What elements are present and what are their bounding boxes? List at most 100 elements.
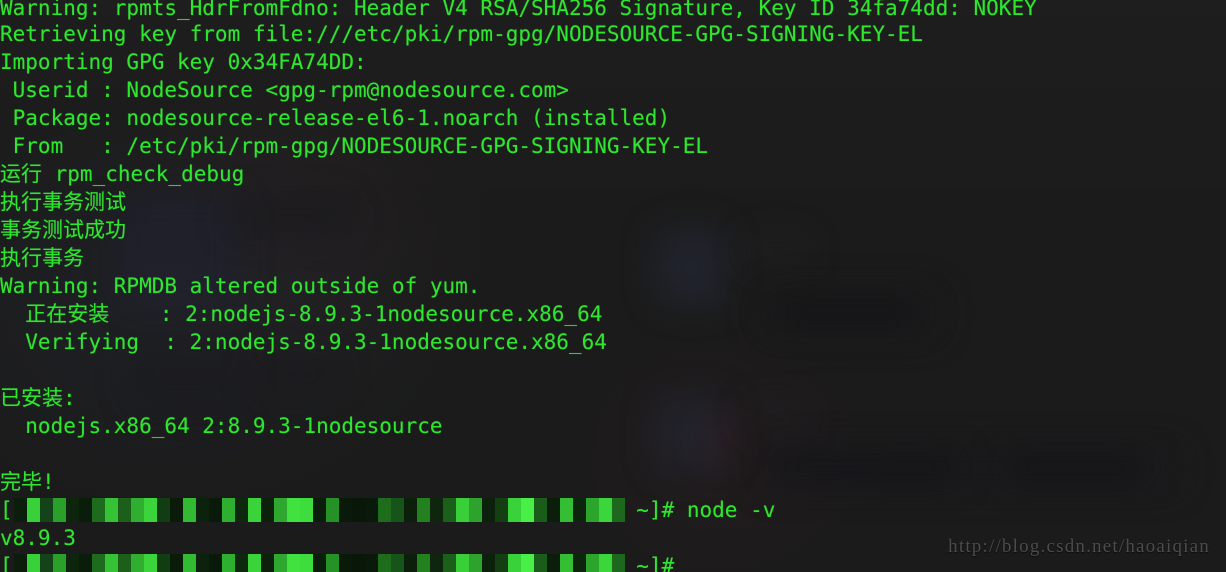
terminal-line: 正在安装 : 2:nodejs-8.9.3-1nodesource.x86_64 bbox=[0, 302, 603, 326]
prompt-open-bracket: [ bbox=[0, 554, 13, 572]
mosaic-block bbox=[586, 554, 599, 572]
mosaic-block bbox=[443, 498, 456, 522]
mosaic-block bbox=[40, 498, 53, 522]
terminal-line: From : /etc/pki/rpm-gpg/NODESOURCE-GPG-S… bbox=[0, 134, 709, 158]
mosaic-block bbox=[443, 554, 456, 572]
mosaic-block bbox=[170, 554, 183, 572]
mosaic-block bbox=[391, 554, 404, 572]
mosaic-block bbox=[261, 554, 274, 572]
mosaic-block bbox=[482, 554, 495, 572]
mosaic-block bbox=[27, 554, 40, 572]
mosaic-block bbox=[404, 498, 417, 522]
mosaic-block bbox=[378, 498, 391, 522]
terminal-line: 执行事务 bbox=[0, 246, 84, 270]
mosaic-block bbox=[352, 498, 365, 522]
mosaic-block bbox=[469, 498, 482, 522]
mosaic-block bbox=[274, 498, 287, 522]
mosaic-block bbox=[508, 554, 521, 572]
mosaic-block bbox=[339, 554, 352, 572]
mosaic-block bbox=[118, 554, 131, 572]
terminal-line: Verifying : 2:nodejs-8.9.3-1nodesource.x… bbox=[0, 330, 607, 354]
mosaic-block bbox=[118, 498, 131, 522]
mosaic-block bbox=[14, 554, 27, 572]
prompt-suffix: ~]# bbox=[623, 554, 687, 572]
mosaic-block bbox=[66, 498, 79, 522]
mosaic-block bbox=[27, 498, 40, 522]
mosaic-block bbox=[300, 554, 313, 572]
terminal-line: v8.9.3 bbox=[0, 526, 76, 550]
terminal-line: Retrieving key from file:///etc/pki/rpm-… bbox=[0, 22, 923, 46]
mosaic-block bbox=[196, 554, 209, 572]
mosaic-block bbox=[222, 498, 235, 522]
mosaic-block bbox=[144, 498, 157, 522]
mosaic-block bbox=[560, 498, 573, 522]
censored-hostname-mosaic bbox=[14, 498, 625, 522]
mosaic-block bbox=[573, 498, 586, 522]
terminal-line: Warning: rpmts_HdrFromFdno: Header V4 RS… bbox=[0, 0, 1037, 20]
mosaic-block bbox=[287, 554, 300, 572]
mosaic-block bbox=[144, 554, 157, 572]
mosaic-block bbox=[495, 498, 508, 522]
mosaic-block bbox=[40, 554, 53, 572]
prompt-open-bracket: [ bbox=[0, 498, 13, 522]
terminal-line: 执行事务测试 bbox=[0, 190, 126, 214]
mosaic-block bbox=[157, 554, 170, 572]
terminal-line: Package: nodesource-release-el6-1.noarch… bbox=[0, 106, 671, 130]
mosaic-block bbox=[326, 554, 339, 572]
mosaic-block bbox=[352, 554, 365, 572]
mosaic-block bbox=[417, 554, 430, 572]
mosaic-block bbox=[378, 554, 391, 572]
mosaic-block bbox=[599, 554, 612, 572]
mosaic-block bbox=[456, 498, 469, 522]
mosaic-block bbox=[612, 554, 625, 572]
mosaic-block bbox=[92, 498, 105, 522]
mosaic-block bbox=[196, 498, 209, 522]
terminal-screen: Warning: rpmts_HdrFromFdno: Header V4 RS… bbox=[0, 0, 1226, 572]
mosaic-block bbox=[248, 554, 261, 572]
mosaic-block bbox=[534, 498, 547, 522]
mosaic-block bbox=[131, 498, 144, 522]
mosaic-block bbox=[66, 554, 79, 572]
mosaic-block bbox=[456, 554, 469, 572]
mosaic-block bbox=[612, 498, 625, 522]
terminal-line: Importing GPG key 0x34FA74DD: bbox=[0, 50, 367, 74]
mosaic-block bbox=[79, 554, 92, 572]
mosaic-block bbox=[326, 498, 339, 522]
terminal-line: Warning: RPMDB altered outside of yum. bbox=[0, 274, 481, 298]
mosaic-block bbox=[209, 498, 222, 522]
mosaic-block bbox=[508, 498, 521, 522]
mosaic-block bbox=[521, 554, 534, 572]
mosaic-block bbox=[79, 498, 92, 522]
mosaic-block bbox=[53, 554, 66, 572]
mosaic-block bbox=[222, 554, 235, 572]
mosaic-block bbox=[183, 554, 196, 572]
mosaic-block bbox=[365, 498, 378, 522]
mosaic-block bbox=[547, 498, 560, 522]
mosaic-block bbox=[105, 498, 118, 522]
terminal-window[interactable]: Warning: rpmts_HdrFromFdno: Header V4 RS… bbox=[0, 0, 1226, 572]
mosaic-block bbox=[560, 554, 573, 572]
mosaic-block bbox=[105, 554, 118, 572]
mosaic-block bbox=[248, 498, 261, 522]
mosaic-block bbox=[430, 554, 443, 572]
terminal-line: Userid : NodeSource <gpg-rpm@nodesource.… bbox=[0, 78, 569, 102]
mosaic-block bbox=[534, 554, 547, 572]
mosaic-block bbox=[274, 554, 287, 572]
terminal-line: 事务测试成功 bbox=[0, 218, 126, 242]
mosaic-block bbox=[157, 498, 170, 522]
mosaic-block bbox=[261, 498, 274, 522]
prompt-suffix: ~]# node -v bbox=[623, 498, 776, 522]
mosaic-block bbox=[495, 554, 508, 572]
mosaic-block bbox=[287, 498, 300, 522]
mosaic-block bbox=[573, 554, 586, 572]
mosaic-block bbox=[521, 498, 534, 522]
mosaic-block bbox=[391, 498, 404, 522]
terminal-line: 完毕! bbox=[0, 470, 55, 494]
mosaic-block bbox=[469, 554, 482, 572]
mosaic-block bbox=[365, 554, 378, 572]
mosaic-block bbox=[586, 498, 599, 522]
mosaic-block bbox=[430, 498, 443, 522]
mosaic-block bbox=[404, 554, 417, 572]
terminal-line: nodejs.x86_64 2:8.9.3-1nodesource bbox=[0, 414, 443, 438]
censored-hostname-mosaic bbox=[14, 554, 625, 572]
